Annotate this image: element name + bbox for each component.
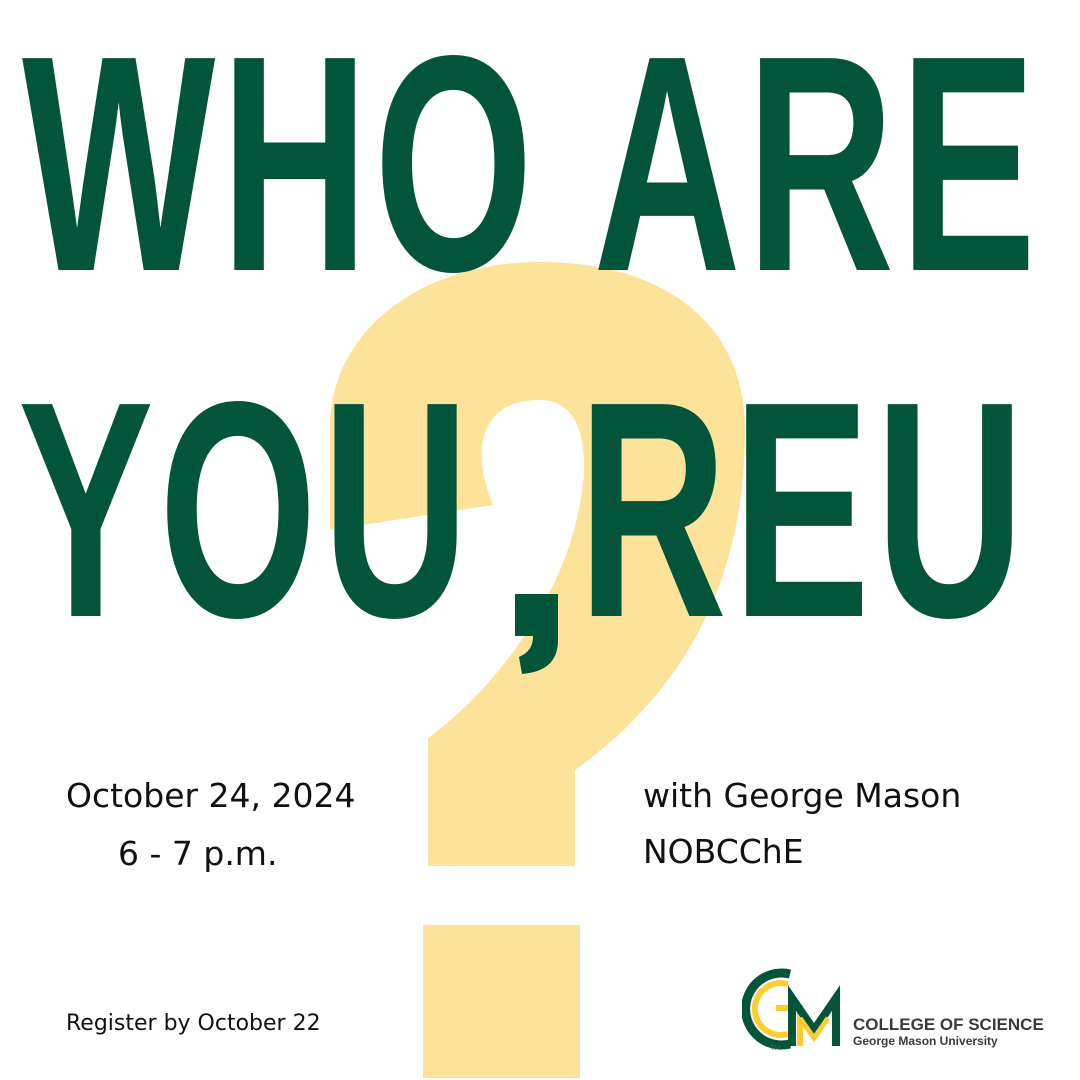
title-line-1: WHO ARE — [22, 0, 1042, 336]
event-time: 6 - 7 p.m. — [118, 834, 278, 873]
event-date: October 24, 2024 — [66, 776, 356, 815]
event-host-line-2: NOBCChE — [643, 832, 804, 871]
title-line-2-left: YOU — [18, 338, 475, 682]
university-name: George Mason University — [853, 1034, 998, 1048]
trademark: TM — [770, 1044, 781, 1052]
gm-monogram-icon — [741, 968, 840, 1050]
title-line-2-right: REU — [578, 338, 1030, 682]
question-mark-dot — [423, 925, 580, 1078]
college-name: COLLEGE OF SCIENCE — [853, 1015, 1044, 1034]
register-deadline: Register by October 22 — [66, 1011, 321, 1036]
event-host-line-1: with George Mason — [643, 776, 962, 815]
college-logo: TM COLLEGE OF SCIENCE George Mason Unive… — [741, 968, 1062, 1058]
